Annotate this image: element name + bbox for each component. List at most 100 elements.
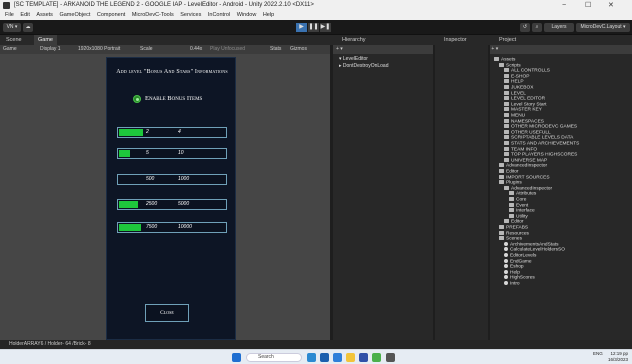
toggle-radio-icon [133,95,141,103]
bonus-row-value-b: 10 [178,150,184,156]
window-titlebar: [SC TEMPLATE] - ARKANOID THE LEGEND 2 - … [0,0,632,11]
bonus-row[interactable]: 24 [117,127,227,138]
bonus-row[interactable]: 7500 10000 [117,222,227,233]
menu-edit[interactable]: Edit [20,12,29,18]
bonus-row[interactable]: 5 10 [117,148,227,159]
play-mode-dropdown[interactable]: Play Unfocused [210,45,245,54]
hierarchy-header: + ▾ [333,45,433,54]
resolution-dropdown[interactable]: 1920x1080 Portrait [78,45,120,54]
folder-icon [509,208,514,213]
game-mode-dropdown[interactable]: Game [3,45,17,54]
menu-help[interactable]: Help [263,12,274,18]
menu-gameobject[interactable]: GameObject [59,12,90,18]
edge-icon[interactable] [307,353,316,362]
hierarchy-item-dontdestroyonload[interactable]: ▸ DontDestroyOnLoad [339,63,389,70]
pause-button[interactable]: ❚❚ [308,23,319,32]
search-icon[interactable]: ⌕ [532,23,542,32]
folder-icon [509,191,514,196]
folder-icon [504,152,509,157]
folder-icon [509,202,514,207]
mail-icon[interactable] [320,353,329,362]
folder-icon [494,57,499,61]
folder-icon [504,118,509,123]
maximize-button[interactable]: ☐ [585,0,591,11]
unity-taskbar-icon[interactable] [386,353,395,362]
menu-services[interactable]: Services [180,12,201,18]
undo-history-icon[interactable]: ↺ [520,23,530,32]
close-window-button[interactable]: ✕ [608,0,614,11]
folder-icon [499,174,504,179]
tab-hierarchy[interactable]: Hierarchy [338,35,370,45]
scene-icon [504,281,508,285]
windows-start-icon[interactable] [232,353,241,362]
gizmos-button[interactable]: Gizmos [290,45,307,54]
window-title: [SC TEMPLATE] - ARKANOID THE LEGEND 2 - … [14,2,314,8]
project-panel: + ▾ Assets Scripts ALL CONTROLLS E-SHOP HELP… [490,45,632,340]
bonus-row-value-a: 2500 [146,201,158,207]
visual-studio-icon[interactable] [359,353,368,362]
play-button[interactable]: ▶ [296,23,307,32]
folder-icon [504,101,509,106]
menu-incontrol[interactable]: InControl [208,12,230,18]
game-view-toolbar: Game Display 1 1920x1080 Portrait Scale … [0,45,330,54]
tab-scene[interactable]: Scene [2,35,26,45]
folder-icon [504,141,509,145]
bonus-row-value-a: 5 [146,150,149,156]
folder-icon [509,197,514,201]
folder-icon [499,230,504,235]
stats-button[interactable]: Stats [270,45,281,54]
bonus-row[interactable]: 2500 5000 [117,199,227,210]
clock-time[interactable]: 12:19 pp [610,351,628,356]
folder-icon [504,157,509,162]
menu-component[interactable]: Component [97,12,125,18]
minimize-button[interactable]: − [562,0,566,11]
scene-icon [504,264,508,269]
folder-icon [499,236,504,241]
store-icon[interactable] [333,353,342,362]
clock-date[interactable]: 16/3/2023 [608,357,628,362]
bonus-row-value-b: 4 [178,129,181,135]
layers-dropdown[interactable]: Layers [544,23,574,32]
folder-icon [504,79,509,84]
editor-tabs: Scene Game Hierarchy Inspector Project [0,35,632,45]
bonus-row-fill [119,129,143,136]
layout-dropdown[interactable]: MicroDevC.Layout ▾ [576,23,630,32]
tab-project[interactable]: Project [495,35,520,45]
bonus-row-value-b: 1000 [178,176,190,182]
taskbar-search[interactable]: Search [246,353,302,362]
folder-icon [504,85,509,89]
display-dropdown[interactable]: Display 1 [40,45,61,54]
tab-inspector[interactable]: Inspector [440,35,471,45]
menu-microdevc-tools[interactable]: MicroDevC-Tools [132,12,174,18]
scene-icon [504,275,508,280]
bonus-row-value-b: 10000 [178,224,192,230]
status-bar: HolderARRAY6 / Holder- 64 /Brick- 8 [0,340,632,349]
account-dropdown[interactable]: VN ▾ [3,23,21,32]
menu-assets[interactable]: Assets [36,12,53,18]
app-icon[interactable] [372,353,381,362]
folder-icon [504,146,509,151]
step-button[interactable]: ▶❚ [320,23,331,32]
hierarchy-item-leveleditor[interactable]: ▾ LevelEditor [339,56,368,63]
close-button[interactable]: Close [145,304,189,322]
bonus-row-value-a: 7500 [146,224,158,230]
bonus-row[interactable]: 500 1000 [117,174,227,185]
folder-icon [504,113,509,117]
windows-taskbar: Search ENG 12:19 pp 16/3/2023 [0,349,632,364]
tab-game[interactable]: Game [34,35,57,45]
toggle-label: Enable Bonus Items [145,95,203,102]
enable-bonus-toggle[interactable]: Enable Bonus Items [133,94,213,104]
cloud-icon[interactable]: ☁ [23,23,33,32]
lang-indicator[interactable]: ENG [593,351,603,356]
menu-window[interactable]: Window [237,12,257,18]
folder-icon [504,68,509,73]
scene-icon [504,253,508,257]
bonus-row-fill [119,201,139,208]
folder-icon [499,62,504,67]
menu-file[interactable]: File [5,12,14,18]
folder-icon [504,135,509,140]
project-scene-item[interactable]: Intro [504,281,520,287]
scale-value[interactable]: 0.44x [190,45,202,54]
file-explorer-icon[interactable] [346,353,355,362]
bonus-row-value-a: 2 [146,129,149,135]
